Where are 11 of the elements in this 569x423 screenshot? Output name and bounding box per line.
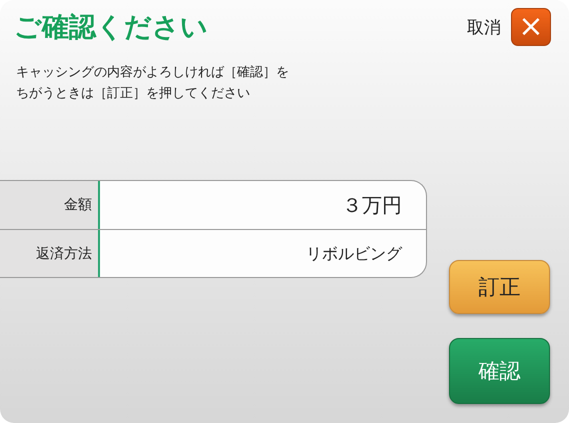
screen-title: ご確認ください	[14, 11, 208, 45]
row-value: ３万円	[341, 192, 403, 218]
row-label: 返済方法	[0, 230, 100, 277]
cancel-label: 取消	[467, 16, 501, 38]
instruction-text: ちがうときは［訂正］を押してください	[16, 85, 250, 103]
confirm-button[interactable]: 確認	[449, 338, 550, 404]
close-button[interactable]: ×	[511, 8, 551, 46]
correct-button[interactable]: 訂正	[449, 260, 550, 314]
instruction-text: キャッシングの内容がよろしければ［確認］を	[16, 64, 289, 82]
row-label: 金額	[0, 181, 100, 229]
row-value: リボルビング	[305, 242, 404, 264]
